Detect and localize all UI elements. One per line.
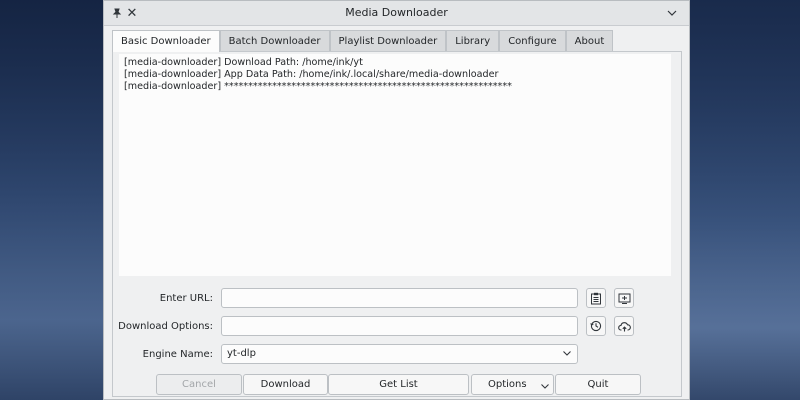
- desktop-background-right: [690, 0, 800, 400]
- media-downloader-window: ✕ Media Downloader Basic Downloader Batc…: [103, 0, 690, 400]
- tab-about[interactable]: About: [565, 30, 614, 51]
- tab-playlist-downloader[interactable]: Playlist Downloader: [329, 30, 447, 51]
- download-options-label: Download Options:: [118, 321, 213, 332]
- history-icon[interactable]: [586, 316, 606, 336]
- tab-batch-downloader[interactable]: Batch Downloader: [219, 30, 330, 51]
- basic-downloader-panel: [media-downloader] Download Path: /home/…: [112, 51, 682, 397]
- download-options-input[interactable]: [221, 316, 578, 336]
- engine-name-label: Engine Name:: [142, 349, 213, 360]
- chevron-down-icon: [540, 379, 550, 398]
- url-label: Enter URL:: [159, 293, 213, 304]
- quit-button[interactable]: Quit: [555, 374, 641, 395]
- screen-icon[interactable]: [614, 288, 634, 308]
- engine-name-select[interactable]: yt-dlp: [221, 344, 578, 364]
- cancel-button[interactable]: Cancel: [156, 374, 242, 395]
- url-input[interactable]: [221, 288, 578, 308]
- chevron-down-icon: [562, 347, 572, 362]
- cloud-upload-icon[interactable]: [614, 316, 634, 336]
- chevron-down-icon[interactable]: [661, 1, 683, 25]
- log-line: [media-downloader] Download Path: /home/…: [124, 57, 363, 68]
- log-output[interactable]: [media-downloader] Download Path: /home/…: [119, 54, 671, 276]
- log-line: [media-downloader] *********************…: [124, 81, 512, 92]
- options-button[interactable]: Options: [471, 374, 554, 395]
- tab-basic-downloader[interactable]: Basic Downloader: [112, 30, 220, 52]
- window-title: Media Downloader: [345, 6, 448, 19]
- title-bar: ✕ Media Downloader: [104, 1, 689, 26]
- log-line: [media-downloader] App Data Path: /home/…: [124, 69, 499, 80]
- get-list-button[interactable]: Get List: [328, 374, 469, 395]
- tab-library[interactable]: Library: [446, 30, 500, 51]
- download-button[interactable]: Download: [243, 374, 328, 395]
- clipboard-icon[interactable]: [586, 288, 606, 308]
- engine-name-value: yt-dlp: [227, 348, 256, 359]
- tab-bar: Basic Downloader Batch Downloader Playli…: [112, 30, 614, 52]
- desktop-background-left: [0, 0, 103, 400]
- tab-configure[interactable]: Configure: [499, 30, 566, 51]
- options-label: Options: [488, 379, 527, 390]
